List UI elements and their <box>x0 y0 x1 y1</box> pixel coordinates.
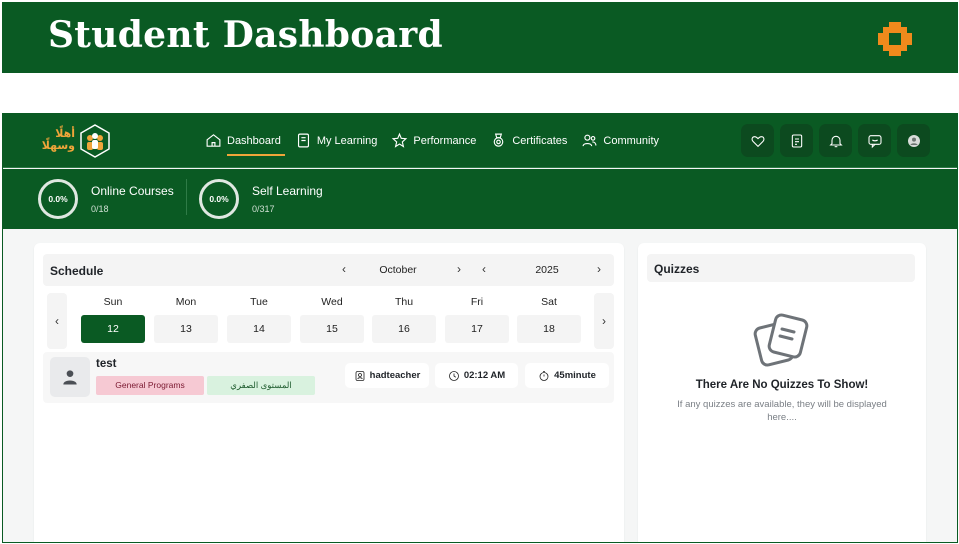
day-cell[interactable]: Mon 13 <box>154 293 218 343</box>
time-pill: 02:12 AM <box>435 363 518 388</box>
nav-community[interactable]: Community <box>579 113 665 168</box>
nav-label: Dashboard <box>227 134 281 147</box>
schedule-event[interactable]: test General Programs المستوى الصفري had… <box>43 352 614 403</box>
quizzes-header: Quizzes <box>647 254 915 282</box>
day-cell[interactable]: Fri 17 <box>445 293 509 343</box>
day-cell[interactable]: Tue 14 <box>227 293 291 343</box>
next-year-button[interactable]: › <box>592 262 606 276</box>
progress-title: Self Learning <box>252 184 323 198</box>
main-nav: Dashboard My Learning Performance Certif… <box>203 113 671 168</box>
schedule-header: Schedule ‹ October › ‹ 2025 › <box>43 254 614 286</box>
home-icon <box>206 134 221 147</box>
day-cell[interactable]: Thu 16 <box>372 293 436 343</box>
bell-icon <box>828 135 843 147</box>
notifications-button[interactable] <box>819 124 852 157</box>
day-cell[interactable]: Wed 15 <box>300 293 364 343</box>
nav-label: Certificates <box>512 134 568 147</box>
empty-state-title: There Are No Quizzes To Show! <box>695 379 869 391</box>
top-navbar: أهلًا وسهلًا Dashboard My Learning Perfo… <box>3 113 957 168</box>
progress-divider <box>186 179 187 215</box>
slide-banner: Student Dashboard <box>2 2 958 73</box>
empty-notes-icon <box>753 313 809 367</box>
heart-icon <box>751 135 764 147</box>
year-label: 2025 <box>535 264 559 276</box>
level-tag: المستوى الصفري <box>207 376 315 395</box>
duration-pill: 45minute <box>525 363 609 388</box>
brand-hexagon-icon <box>80 124 110 158</box>
nav-label: My Learning <box>316 134 378 147</box>
online-courses-progress: 0.0% Online Courses 0/18 <box>38 179 174 219</box>
month-label: October <box>379 264 417 276</box>
quizzes-title: Quizzes <box>654 262 700 276</box>
banner-title: Student Dashboard <box>48 14 443 56</box>
progress-ring: 0.0% <box>38 179 78 219</box>
progress-summary: 0.0% Online Courses 0/18 0.0% Self Learn… <box>3 169 957 229</box>
messages-button[interactable] <box>858 124 891 157</box>
prev-week-button[interactable]: ‹ <box>47 293 67 349</box>
day-cell[interactable]: Sun 12 <box>81 293 145 343</box>
week-strip: ‹ Sun 12 Mon 13 Tue 14 Wed 15 Thu 16 Fri… <box>43 293 614 349</box>
progress-count: 0/18 <box>91 204 109 214</box>
nav-certificates[interactable]: Certificates <box>488 113 573 168</box>
progress-count: 0/317 <box>252 204 275 214</box>
next-week-button[interactable]: › <box>594 293 614 349</box>
progress-ring: 0.0% <box>199 179 239 219</box>
empty-state-subtitle: If any quizzes are available, they will … <box>677 399 887 423</box>
person-icon <box>63 370 77 385</box>
quizzes-card: Quizzes There Are No Quizzes To Show! If… <box>638 243 926 542</box>
day-cell[interactable]: Sat 18 <box>517 293 581 343</box>
dashboard-app: أهلًا وسهلًا Dashboard My Learning Perfo… <box>2 113 958 543</box>
event-title: test <box>96 358 117 370</box>
clock-icon <box>448 370 459 381</box>
chat-icon <box>867 134 882 148</box>
schedule-title: Schedule <box>50 264 104 278</box>
prev-month-button[interactable]: ‹ <box>337 262 351 276</box>
nav-label: Community <box>603 134 660 147</box>
profile-icon <box>907 134 920 147</box>
nav-my-learning[interactable]: My Learning <box>293 113 384 168</box>
medal-icon <box>494 133 504 147</box>
nav-label: Performance <box>413 134 477 147</box>
puzzle-logo-icon <box>878 22 912 56</box>
nav-performance[interactable]: Performance <box>389 113 482 168</box>
brand-logo[interactable]: أهلًا وسهلًا <box>41 124 113 158</box>
next-month-button[interactable]: › <box>452 262 466 276</box>
header-actions <box>741 124 930 157</box>
book-icon <box>297 133 309 148</box>
progress-title: Online Courses <box>91 184 174 198</box>
teacher-icon <box>355 370 365 381</box>
brand-text: أهلًا وسهلًا <box>41 127 75 152</box>
avatar <box>50 357 90 397</box>
profile-button[interactable] <box>897 124 930 157</box>
timer-icon <box>539 370 549 381</box>
document-icon <box>791 133 802 148</box>
teacher-pill: hadteacher <box>345 363 429 388</box>
notes-button[interactable] <box>780 124 813 157</box>
schedule-card: Schedule ‹ October › ‹ 2025 › ‹ Sun 12 M… <box>34 243 624 542</box>
prev-year-button[interactable]: ‹ <box>477 262 491 276</box>
program-tag: General Programs <box>96 376 204 395</box>
users-icon <box>582 134 597 147</box>
favorites-button[interactable] <box>741 124 774 157</box>
star-icon <box>392 132 408 148</box>
nav-dashboard[interactable]: Dashboard <box>203 113 287 168</box>
self-learning-progress: 0.0% Self Learning 0/317 <box>199 179 323 219</box>
